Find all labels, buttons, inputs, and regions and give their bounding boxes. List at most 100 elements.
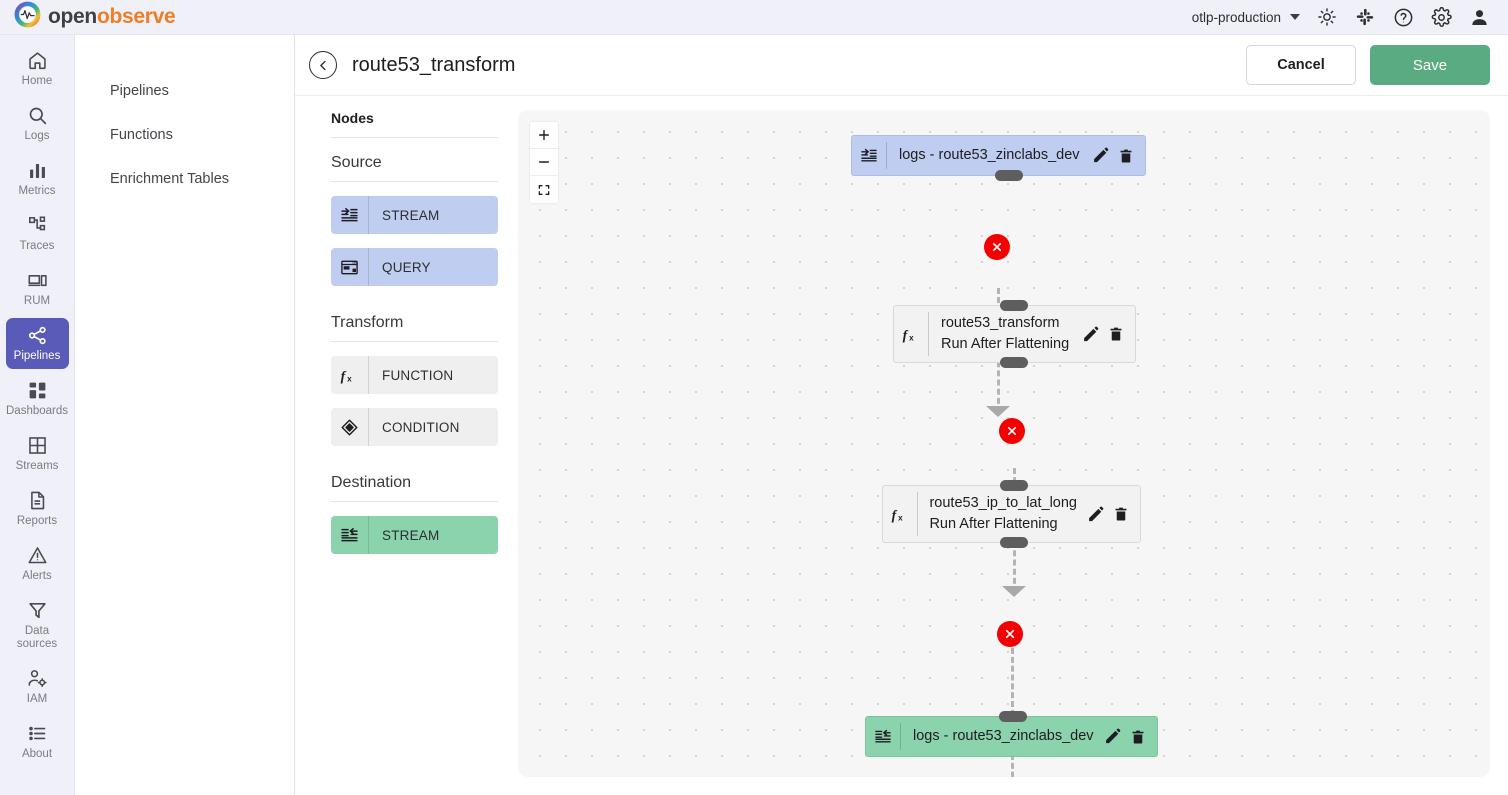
svg-text:f: f: [341, 368, 347, 383]
subnav-item-functions[interactable]: Functions: [75, 113, 294, 157]
sidebar-item-traces[interactable]: Traces: [6, 208, 69, 259]
sidebar-item-pipelines[interactable]: Pipelines: [6, 318, 69, 369]
sidebar-item-dashboards[interactable]: Dashboards: [6, 373, 69, 424]
editor-header: route53_transform Cancel Save: [295, 35, 1508, 96]
pipeline-canvas[interactable]: logs - route53_zinclabs_dev f: [518, 110, 1490, 777]
app-logo[interactable]: openobserve: [0, 1, 175, 33]
edit-pencil-icon[interactable]: [1104, 728, 1121, 745]
node-output-handle[interactable]: [1000, 537, 1028, 548]
edit-pencil-icon[interactable]: [1082, 326, 1099, 343]
edge-arrowhead-icon: [1002, 586, 1026, 597]
node-input-handle[interactable]: [1000, 480, 1028, 491]
save-button[interactable]: Save: [1370, 45, 1490, 85]
palette-group-destination-title: Destination: [331, 474, 498, 501]
sidebar-item-label: Pipelines: [14, 350, 61, 363]
sidebar-item-alerts[interactable]: Alerts: [6, 538, 69, 589]
palette-item-label: CONDITION: [369, 420, 460, 435]
palette-group-source-title: Source: [331, 154, 498, 181]
edit-pencil-icon[interactable]: [1087, 506, 1104, 523]
subnav-item-enrichment-tables[interactable]: Enrichment Tables: [75, 157, 294, 201]
stream-in-icon: [852, 136, 886, 175]
org-selector-label: otlp-production: [1192, 10, 1281, 25]
cancel-button[interactable]: Cancel: [1246, 45, 1356, 85]
function-fx-icon: f x: [331, 356, 369, 394]
palette-item-label: FUNCTION: [369, 368, 453, 383]
palette-item-source-stream[interactable]: STREAM: [331, 196, 498, 234]
zoom-in-button[interactable]: [530, 122, 558, 149]
zoom-out-button[interactable]: [530, 149, 558, 176]
edit-pencil-icon[interactable]: [1092, 147, 1109, 164]
flow-node-destination-stream[interactable]: logs - route53_zinclabs_dev: [865, 716, 1158, 757]
openobserve-logo-icon: [14, 1, 41, 33]
table-grid-icon: [27, 435, 48, 456]
sidebar-item-about[interactable]: About: [6, 716, 69, 767]
node-input-handle[interactable]: [999, 711, 1027, 722]
query-window-icon: [331, 248, 369, 286]
node-input-handle[interactable]: [1000, 300, 1028, 311]
share-nodes-icon: [27, 325, 48, 346]
nodes-palette: Nodes Source STREAM: [313, 110, 498, 777]
palette-item-label: QUERY: [369, 260, 431, 275]
sidebar-item-label: RUM: [24, 295, 50, 308]
edge-delete-x-icon[interactable]: [999, 418, 1025, 444]
sidebar-item-metrics[interactable]: Metrics: [6, 153, 69, 204]
delete-trash-icon[interactable]: [1108, 326, 1124, 342]
canvas-zoom-controls: [530, 122, 558, 203]
stream-out-icon: [331, 516, 369, 554]
sidebar-item-streams[interactable]: Streams: [6, 428, 69, 479]
flow-node-label: logs - route53_zinclabs_dev: [913, 726, 1094, 747]
pipelines-subnav: Pipelines Functions Enrichment Tables: [75, 35, 295, 795]
org-selector[interactable]: otlp-production: [1192, 10, 1300, 25]
delete-trash-icon[interactable]: [1113, 506, 1129, 522]
flow-node-source-stream[interactable]: logs - route53_zinclabs_dev: [851, 135, 1146, 176]
sidebar-item-label: Home: [22, 75, 53, 88]
delete-trash-icon[interactable]: [1130, 729, 1146, 745]
fit-view-button[interactable]: [530, 176, 558, 203]
home-icon: [27, 50, 48, 71]
node-output-handle[interactable]: [1000, 357, 1028, 368]
divider: [331, 137, 498, 138]
sidebar-item-reports[interactable]: Reports: [6, 483, 69, 534]
back-chevron-icon[interactable]: [309, 51, 337, 79]
sidebar-item-home[interactable]: Home: [6, 43, 69, 94]
subnav-item-pipelines[interactable]: Pipelines: [75, 69, 294, 113]
palette-item-label: STREAM: [369, 208, 439, 223]
palette-item-transform-condition[interactable]: CONDITION: [331, 408, 498, 446]
document-icon: [27, 490, 48, 511]
help-icon[interactable]: [1392, 6, 1414, 28]
sidebar-item-label: Dashboards: [6, 405, 68, 418]
palette-item-destination-stream[interactable]: STREAM: [331, 516, 498, 554]
palette-item-transform-function[interactable]: f x FUNCTION: [331, 356, 498, 394]
edge-delete-x-icon[interactable]: [997, 621, 1023, 647]
sidebar-item-data-sources[interactable]: Data sources: [6, 593, 69, 657]
nodes-panel-title: Nodes: [331, 110, 498, 137]
sidebar-item-label: About: [22, 748, 52, 761]
user-avatar-icon[interactable]: [1468, 6, 1490, 28]
theme-light-icon[interactable]: [1316, 6, 1338, 28]
svg-text:x: x: [909, 333, 914, 342]
sidebar-item-label: Logs: [25, 130, 50, 143]
stream-out-icon: [866, 717, 900, 756]
edge-delete-x-icon[interactable]: [984, 234, 1010, 260]
sidebar-item-logs[interactable]: Logs: [6, 98, 69, 149]
sidebar-item-label: Alerts: [22, 570, 51, 583]
devices-icon: [27, 270, 48, 291]
bar-chart-icon: [27, 160, 48, 181]
settings-gear-icon[interactable]: [1430, 6, 1452, 28]
slack-icon[interactable]: [1354, 6, 1376, 28]
stream-in-icon: [331, 196, 369, 234]
node-output-handle[interactable]: [995, 170, 1023, 181]
delete-trash-icon[interactable]: [1118, 148, 1134, 164]
search-icon: [27, 105, 48, 126]
sidebar-item-rum[interactable]: RUM: [6, 263, 69, 314]
dashboard-grid-icon: [27, 380, 48, 401]
flow-node-function-route53-ip-to-lat-long[interactable]: f x route53_ip_to_lat_long Run After Fla…: [882, 485, 1141, 543]
palette-item-source-query[interactable]: QUERY: [331, 248, 498, 286]
palette-group-transform-title: Transform: [331, 314, 498, 341]
person-gear-icon: [27, 668, 48, 689]
sidebar-item-iam[interactable]: IAM: [6, 661, 69, 712]
flow-node-function-route53-transform[interactable]: f x route53_transform Run After Flatteni…: [893, 305, 1136, 363]
flow-node-label: route53_ip_to_lat_long: [929, 493, 1077, 514]
main-content: route53_transform Cancel Save Nodes Sour…: [295, 35, 1508, 795]
sidebar-item-label: Metrics: [18, 185, 55, 198]
